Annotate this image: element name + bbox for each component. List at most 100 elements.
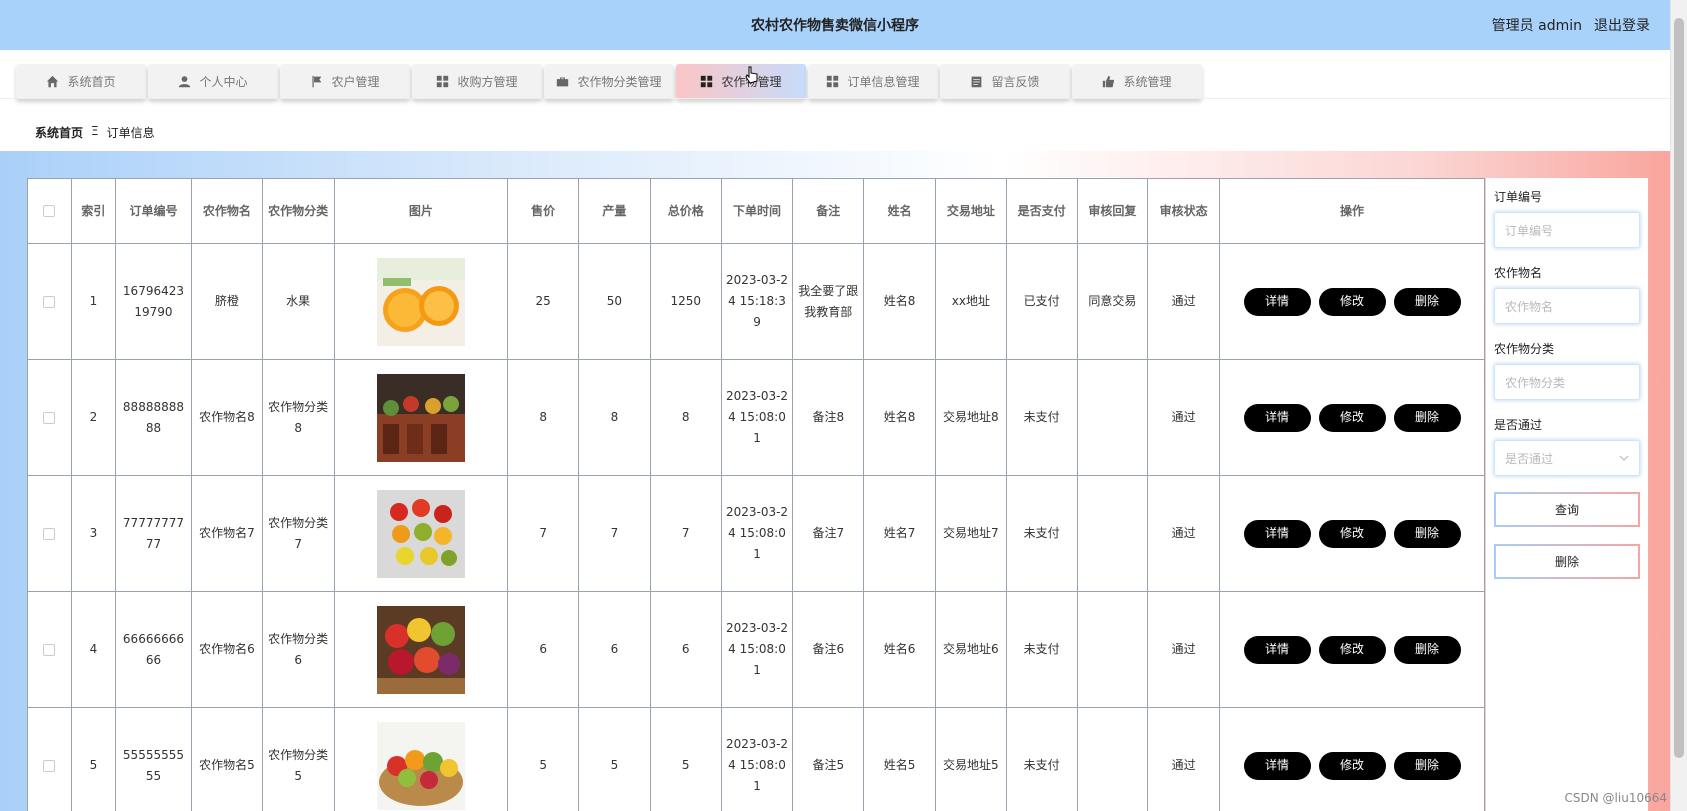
row-select-cell[interactable]	[27, 591, 72, 708]
edit-button[interactable]: 修改	[1318, 403, 1386, 432]
delete-button[interactable]: 删除	[1393, 403, 1461, 432]
cell-yield: 8	[578, 359, 651, 476]
row-select-cell[interactable]	[27, 707, 72, 811]
row-checkbox[interactable]	[43, 295, 56, 308]
crop-name-label: 农作物名	[1494, 266, 1543, 280]
cell-time: 2023-03-24 15:08:01	[720, 591, 794, 708]
nav-feedback[interactable]: 留言反馈	[940, 64, 1070, 99]
nav-buyers[interactable]: 收购方管理	[412, 64, 542, 99]
cell-actions: 详情 修改 删除	[1219, 591, 1485, 708]
edit-button[interactable]: 修改	[1318, 751, 1386, 780]
cell-price: 5	[507, 707, 580, 811]
main-nav: 系统首页 个人中心 农户管理 收购方管理 农作物分类管理 农作物管理 订单信息管…	[16, 64, 1202, 99]
delete-button[interactable]: 删除	[1393, 751, 1461, 780]
vertical-scrollbar[interactable]	[1670, 0, 1687, 811]
detail-button[interactable]: 详情	[1243, 403, 1311, 432]
detail-button[interactable]: 详情	[1243, 519, 1311, 548]
row-checkbox[interactable]	[43, 411, 56, 424]
filter-panel: 订单编号 订单编号 农作物名 农作物名 农作物分类 农作物分类 是否通过 是否通…	[1486, 178, 1648, 811]
current-user: 管理员 admin	[1491, 18, 1582, 34]
fruit-basket-photo	[339, 605, 504, 694]
crop-category-label: 农作物分类	[1494, 342, 1555, 356]
mouse-cursor-icon	[745, 66, 758, 84]
col-header: 姓名	[863, 178, 936, 244]
row-checkbox[interactable]	[43, 759, 56, 772]
cell-image	[333, 707, 509, 811]
edit-button[interactable]: 修改	[1318, 519, 1386, 548]
col-header: 操作	[1219, 178, 1485, 244]
table-row: 2 8888888888 农作物名8 农作物分类8 8 8 8 2023-03-24 15:0…	[27, 359, 1485, 476]
nav-crop-categories[interactable]: 农作物分类管理	[544, 64, 674, 99]
nav-label: 系统首页	[67, 75, 116, 89]
nav-divider	[0, 98, 1670, 99]
row-checkbox[interactable]	[43, 643, 56, 656]
cell-note: 我全要了跟我教育部	[792, 243, 865, 360]
cell-note: 备注6	[792, 591, 865, 708]
app-title: 农村农作物售卖微信小程序	[751, 18, 919, 34]
col-header: 农作物分类	[261, 178, 335, 244]
cell-actions: 详情 修改 删除	[1219, 243, 1485, 360]
crop-category-input[interactable]: 农作物分类	[1494, 364, 1640, 400]
cell-address: xx地址	[935, 243, 1007, 360]
edit-button[interactable]: 修改	[1318, 635, 1386, 664]
row-checkbox[interactable]	[43, 527, 56, 540]
col-header: 索引	[70, 178, 116, 244]
cell-note: 备注5	[792, 707, 865, 811]
cell-yield: 6	[578, 591, 651, 708]
row-select-cell[interactable]	[27, 475, 72, 592]
nav-farmers[interactable]: 农户管理	[280, 64, 410, 99]
grid-icon	[700, 75, 713, 88]
nav-label: 留言反馈	[991, 75, 1040, 89]
row-select-cell[interactable]	[27, 243, 72, 360]
edit-button[interactable]: 修改	[1318, 287, 1386, 316]
cell-total: 6	[649, 591, 722, 708]
order-no-input[interactable]: 订单编号	[1494, 212, 1640, 248]
breadcrumb-separator: Ξ	[91, 124, 99, 138]
delete-button[interactable]: 删除	[1393, 635, 1461, 664]
breadcrumb-home[interactable]: 系统首页	[35, 124, 83, 141]
delete-button[interactable]: 删除	[1393, 287, 1461, 316]
col-header: 下单时间	[720, 178, 794, 244]
delete-button[interactable]: 删除	[1393, 519, 1461, 548]
row-select-cell[interactable]	[27, 359, 72, 476]
detail-button[interactable]: 详情	[1243, 635, 1311, 664]
cell-name: 农作物名7	[191, 475, 263, 592]
cell-status: 通过	[1147, 475, 1221, 592]
cell-status: 通过	[1147, 707, 1221, 811]
nav-orders[interactable]: 订单信息管理	[808, 64, 938, 99]
grid-icon	[826, 75, 839, 88]
crop-category-placeholder: 农作物分类	[1505, 375, 1566, 390]
cell-address: 交易地址6	[935, 591, 1007, 708]
nav-home[interactable]: 系统首页	[16, 64, 146, 99]
nav-system[interactable]: 系统管理	[1072, 64, 1202, 99]
cell-paid: 未支付	[1005, 475, 1078, 592]
order-no-label: 订单编号	[1494, 190, 1543, 204]
detail-button[interactable]: 详情	[1243, 287, 1311, 316]
search-button[interactable]: 查询	[1494, 492, 1640, 527]
batch-delete-button[interactable]: 删除	[1494, 544, 1640, 579]
cell-name: 农作物名8	[191, 359, 263, 476]
cell-reply	[1076, 475, 1149, 592]
cell-actions: 详情 修改 删除	[1219, 707, 1485, 811]
logout-link[interactable]: 退出登录	[1594, 15, 1650, 35]
order-table: 索引 订单编号 农作物名 农作物分类 图片 售价 产量 总价格 下单时间 备注 …	[27, 178, 1485, 811]
cell-yield: 7	[578, 475, 651, 592]
cell-index: 5	[70, 707, 116, 811]
cell-index: 4	[70, 591, 116, 708]
select-all-cell[interactable]	[27, 178, 72, 244]
cell-total: 5	[649, 707, 722, 811]
nav-crops[interactable]: 农作物管理	[676, 64, 806, 99]
nav-profile[interactable]: 个人中心	[148, 64, 278, 99]
nav-label: 系统管理	[1123, 75, 1172, 89]
crop-name-input[interactable]: 农作物名	[1494, 288, 1640, 324]
cell-category: 农作物分类8	[261, 359, 335, 476]
cell-price: 25	[507, 243, 580, 360]
detail-button[interactable]: 详情	[1243, 751, 1311, 780]
nav-label: 个人中心	[199, 75, 248, 89]
cell-name: 脐橙	[191, 243, 263, 360]
approved-select[interactable]: 是否通过	[1494, 440, 1640, 476]
chevron-down-icon	[1619, 455, 1629, 461]
col-header: 备注	[792, 178, 865, 244]
select-all-checkbox[interactable]	[43, 205, 56, 217]
scrollbar-thumb[interactable]	[1674, 18, 1684, 758]
